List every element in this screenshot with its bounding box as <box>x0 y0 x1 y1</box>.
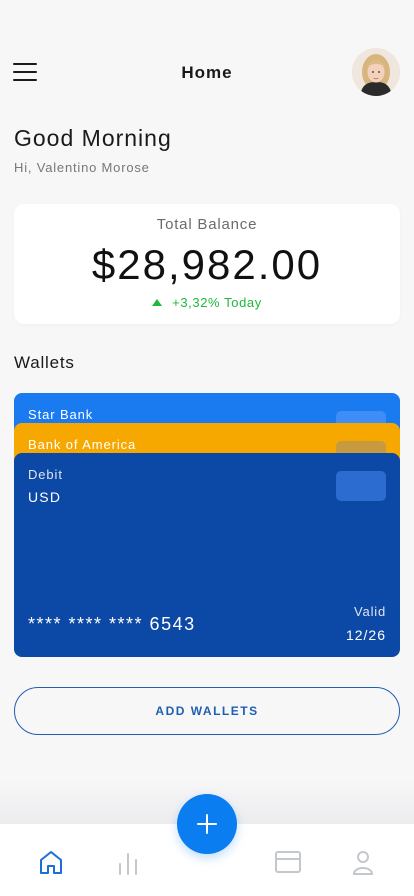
greeting-title: Good Morning <box>14 125 172 151</box>
balance-change-text: +3,32% Today <box>172 295 262 310</box>
greeting-subtitle: Hi, Valentino Morose <box>14 160 150 175</box>
bar-chart-icon[interactable] <box>114 848 142 876</box>
credit-card-icon[interactable] <box>274 848 302 876</box>
user-icon[interactable] <box>349 848 377 876</box>
wallet-name: Bank of America <box>28 437 137 452</box>
wallet-card-debit[interactable]: Debit USD **** **** **** 6543 Valid 12/2… <box>14 453 400 657</box>
balance-value: $28,982.00 <box>91 241 323 288</box>
plus-icon[interactable] <box>177 794 237 854</box>
wallet-currency: USD <box>28 489 62 505</box>
total-balance-card: Total Balance $28,982.00 +3,32% Today <box>14 204 400 324</box>
valid-label: Valid <box>354 604 386 619</box>
balance-change: +3,32% Today <box>14 295 400 310</box>
triangle-up-icon <box>152 299 163 306</box>
wallets-section-title: Wallets <box>14 353 75 372</box>
user-avatar[interactable] <box>352 48 400 96</box>
card-number: **** **** **** 6543 <box>28 614 196 634</box>
wallet-name: Debit <box>28 467 63 482</box>
add-wallets-button[interactable]: ADD WALLETS <box>14 687 400 735</box>
app-header: Home <box>0 44 414 100</box>
avatar-image <box>352 48 400 96</box>
card-chip-icon <box>336 471 386 501</box>
home-icon[interactable] <box>37 848 65 876</box>
wallet-name: Star Bank <box>28 407 94 422</box>
valid-date: 12/26 <box>345 627 386 643</box>
balance-label: Total Balance <box>156 216 258 233</box>
